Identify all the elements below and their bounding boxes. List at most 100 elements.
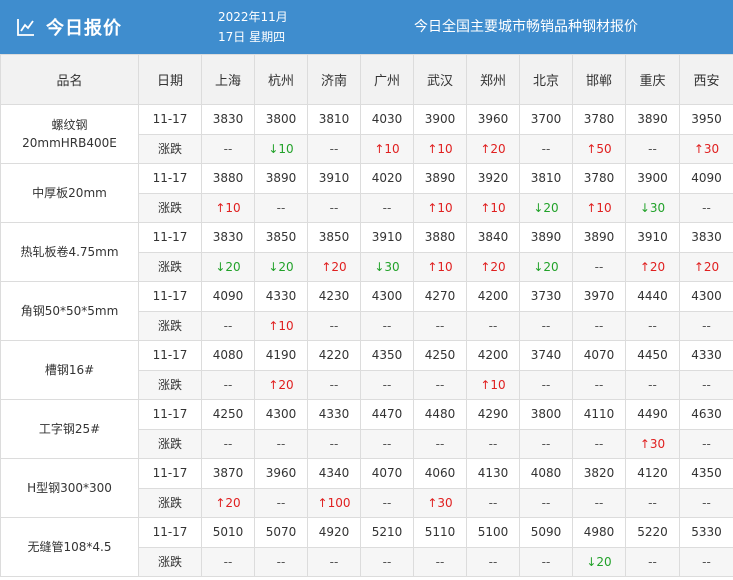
change-cell-up: ↑10 [466, 369, 520, 400]
change-cell-down: ↓20 [254, 251, 308, 282]
change-cell-flat: -- [572, 251, 626, 282]
price-cell: 3870 [201, 458, 255, 489]
date-cell: 11-17 [138, 222, 202, 253]
price-cell: 4230 [307, 281, 361, 312]
price-cell: 3910 [307, 163, 361, 194]
date-month: 2022年11月 [218, 10, 288, 24]
change-cell-flat: -- [254, 487, 308, 518]
change-cell-flat: -- [413, 546, 467, 577]
price-cell: 4490 [625, 399, 680, 430]
change-cell-flat: -- [201, 546, 255, 577]
change-cell-flat: -- [572, 369, 626, 400]
change-cell-flat: -- [201, 369, 255, 400]
change-cell-flat: -- [360, 310, 414, 341]
price-cell: 3830 [201, 222, 255, 253]
change-cell-flat: -- [254, 546, 308, 577]
change-label: 涨跌 [138, 546, 202, 577]
change-cell-flat: -- [519, 133, 573, 164]
price-cell: 3900 [413, 104, 467, 135]
price-cell: 4350 [360, 340, 414, 371]
change-cell-up: ↑10 [466, 192, 520, 223]
date-cell: 11-17 [138, 281, 202, 312]
price-cell: 3970 [572, 281, 626, 312]
change-cell-flat: -- [413, 369, 467, 400]
product-name: H型钢300*300 [0, 458, 139, 518]
column-header: 杭州 [254, 54, 308, 105]
date-cell: 11-17 [138, 517, 202, 548]
price-cell: 3730 [519, 281, 573, 312]
change-cell-up: ↑10 [254, 310, 308, 341]
change-cell-flat: -- [201, 428, 255, 459]
page-title: 今日报价 [46, 18, 122, 39]
change-cell-up: ↑50 [572, 133, 626, 164]
price-cell: 5010 [201, 517, 255, 548]
change-cell-flat: -- [519, 546, 573, 577]
change-cell-down: ↓30 [360, 251, 414, 282]
price-cell: 4300 [254, 399, 308, 430]
date-day: 17日 星期四 [218, 30, 286, 44]
change-cell-flat: -- [572, 487, 626, 518]
change-cell-flat: -- [307, 369, 361, 400]
change-cell-flat: -- [201, 310, 255, 341]
column-header: 北京 [519, 54, 573, 105]
price-cell: 5210 [360, 517, 414, 548]
change-cell-flat: -- [254, 192, 308, 223]
change-cell-up: ↑10 [201, 192, 255, 223]
change-cell-flat: -- [201, 133, 255, 164]
change-cell-up: ↑20 [201, 487, 255, 518]
change-cell-flat: -- [360, 428, 414, 459]
price-cell: 3960 [254, 458, 308, 489]
price-cell: 5100 [466, 517, 520, 548]
price-cell: 4630 [679, 399, 733, 430]
price-cell: 5220 [625, 517, 680, 548]
change-cell-up: ↑10 [413, 251, 467, 282]
change-cell-flat: -- [466, 428, 520, 459]
column-header: 重庆 [625, 54, 680, 105]
price-cell: 4070 [572, 340, 626, 371]
change-cell-down: ↓20 [519, 192, 573, 223]
change-cell-up: ↑20 [625, 251, 680, 282]
change-label: 涨跌 [138, 428, 202, 459]
price-cell: 3880 [413, 222, 467, 253]
price-cell: 4270 [413, 281, 467, 312]
price-cell: 4190 [254, 340, 308, 371]
price-cell: 4300 [360, 281, 414, 312]
change-cell-flat: -- [307, 310, 361, 341]
price-cell: 3800 [254, 104, 308, 135]
change-cell-flat: -- [625, 546, 680, 577]
price-cell: 4090 [201, 281, 255, 312]
change-label: 涨跌 [138, 251, 202, 282]
change-cell-flat: -- [360, 487, 414, 518]
table-row-price: 无缝管108*4.5 11-17 5010 5070 4920 5210 5110 5100 5… [0, 517, 733, 577]
change-cell-down: ↓20 [201, 251, 255, 282]
table-row-price: H型钢300*300 11-17 3870 3960 4340 4070 4060 4130 4… [0, 458, 733, 518]
price-cell: 4130 [466, 458, 520, 489]
product-name: 中厚板20mm [0, 163, 139, 223]
change-cell-up: ↑10 [413, 133, 467, 164]
change-label: 涨跌 [138, 369, 202, 400]
change-cell-flat: -- [679, 546, 733, 577]
column-header: 西安 [679, 54, 733, 105]
price-cell: 3890 [572, 222, 626, 253]
price-cell: 4220 [307, 340, 361, 371]
change-cell-up: ↑10 [572, 192, 626, 223]
change-cell-flat: -- [519, 310, 573, 341]
change-cell-flat: -- [307, 546, 361, 577]
change-cell-flat: -- [679, 369, 733, 400]
price-cell: 3820 [572, 458, 626, 489]
price-cell: 4920 [307, 517, 361, 548]
change-cell-up: ↑10 [360, 133, 414, 164]
change-cell-up: ↑20 [679, 251, 733, 282]
change-cell-flat: -- [307, 428, 361, 459]
change-cell-flat: -- [360, 546, 414, 577]
price-cell: 4080 [519, 458, 573, 489]
price-cell: 4980 [572, 517, 626, 548]
change-cell-flat: -- [679, 192, 733, 223]
column-header: 日期 [138, 54, 202, 105]
change-cell-flat: -- [519, 428, 573, 459]
price-cell: 3800 [519, 399, 573, 430]
price-cell: 3950 [679, 104, 733, 135]
chart-icon [17, 19, 34, 36]
price-cell: 3830 [201, 104, 255, 135]
price-cell: 3900 [625, 163, 680, 194]
